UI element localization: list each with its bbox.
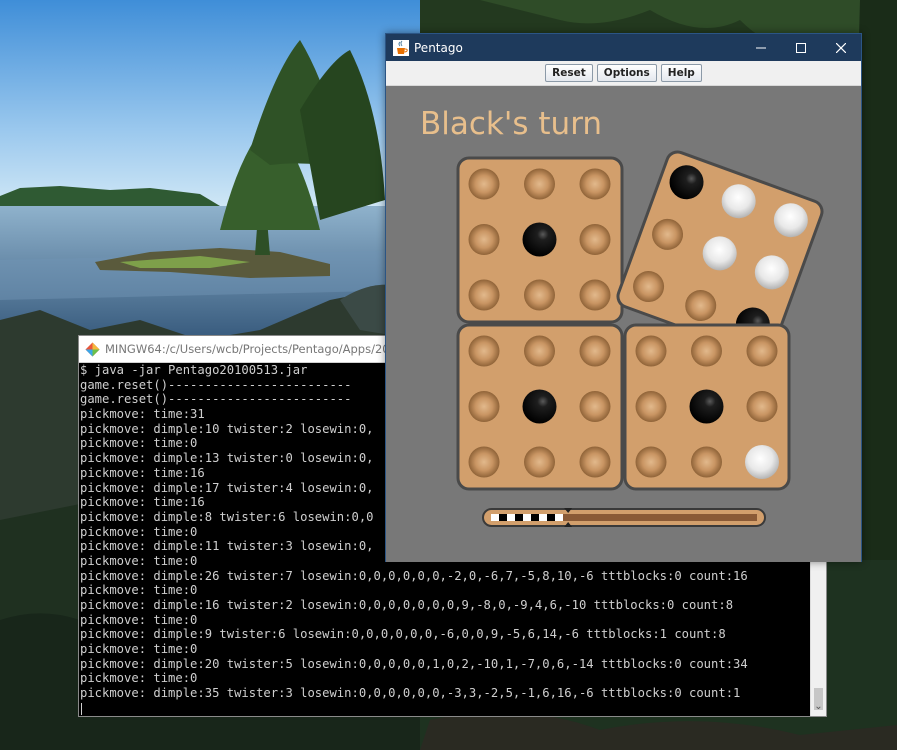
java-cup-icon: [393, 39, 409, 56]
minimize-button[interactable]: [741, 34, 781, 61]
terminal-line: pickmove: dimple:9 twister:6 losewin:0,0…: [80, 627, 726, 642]
empty-dimple[interactable]: [468, 168, 500, 200]
empty-dimple[interactable]: [579, 224, 611, 255]
terminal-line: pickmove: dimple:26 twister:7 losewin:0,…: [80, 568, 748, 583]
help-button[interactable]: Help: [660, 64, 702, 82]
terminal-prompt-line[interactable]: [80, 701, 810, 716]
terminal-line: pickmove: dimple:16 twister:2 losewin:0,…: [80, 598, 734, 612]
maximize-icon: [796, 42, 806, 53]
empty-dimple[interactable]: [468, 446, 500, 478]
empty-dimple[interactable]: [468, 391, 500, 422]
white-marble: [745, 445, 779, 479]
quadrant-bottom-right[interactable]: [623, 323, 791, 491]
move-progress-bar: [482, 508, 766, 527]
empty-dimple[interactable]: [468, 224, 500, 255]
game-area[interactable]: Black's turn: [386, 86, 861, 562]
quadrant-top-left[interactable]: [456, 156, 624, 324]
empty-dimple[interactable]: [635, 335, 667, 367]
progress-segment: [539, 514, 547, 521]
empty-dimple[interactable]: [468, 335, 500, 367]
minimize-icon: [756, 47, 766, 48]
empty-dimple[interactable]: [635, 446, 667, 478]
empty-dimple[interactable]: [579, 279, 611, 311]
pentago-title: Pentago: [414, 40, 463, 55]
black-marble: [522, 222, 557, 257]
scroll-down-icon[interactable]: ⌄: [811, 700, 826, 714]
maximize-button[interactable]: [781, 34, 821, 61]
empty-dimple[interactable]: [746, 391, 778, 422]
quadrant-bottom-left[interactable]: [456, 323, 624, 491]
reset-button[interactable]: Reset: [545, 64, 593, 82]
pentago-toolbar: Reset Options Help: [386, 61, 861, 86]
empty-dimple[interactable]: [524, 279, 555, 311]
empty-dimple[interactable]: [524, 168, 555, 200]
progress-segment: [531, 514, 539, 521]
pentago-titlebar[interactable]: Pentago: [386, 34, 861, 61]
text-cursor: [81, 702, 82, 715]
terminal-line: pickmove: time:0: [80, 642, 198, 657]
close-button[interactable]: [821, 34, 861, 61]
empty-dimple[interactable]: [524, 335, 555, 367]
empty-dimple[interactable]: [579, 446, 611, 478]
progress-segment: [491, 514, 499, 521]
pentago-board[interactable]: [386, 86, 861, 562]
black-marble: [522, 389, 557, 424]
terminal-line: pickmove: dimple:20 twister:5 losewin:0,…: [80, 656, 748, 671]
terminal-line: pickmove: time:0: [80, 583, 198, 598]
empty-dimple[interactable]: [468, 279, 500, 311]
git-diamond-icon: [85, 342, 100, 356]
terminal-line: pickmove: time:0: [80, 671, 198, 686]
options-button[interactable]: Options: [596, 64, 657, 82]
terminal-line: pickmove: time:0: [80, 612, 198, 627]
progress-segment: [523, 514, 531, 521]
empty-dimple[interactable]: [691, 335, 722, 367]
close-icon: [836, 42, 846, 53]
empty-dimple[interactable]: [746, 335, 778, 367]
terminal-line: pickmove: dimple:35 twister:3 losewin:0,…: [80, 686, 741, 701]
progress-segment: [499, 514, 507, 521]
empty-dimple[interactable]: [691, 446, 722, 478]
progress-segment: [547, 514, 555, 521]
empty-dimple[interactable]: [579, 335, 611, 367]
empty-dimple[interactable]: [579, 168, 611, 200]
empty-dimple[interactable]: [524, 446, 555, 478]
empty-dimple[interactable]: [579, 391, 611, 422]
progress-segment: [515, 514, 523, 521]
progress-segment: [507, 514, 515, 521]
empty-dimple[interactable]: [635, 391, 667, 422]
progress-segment: [555, 514, 563, 521]
black-marble: [689, 389, 724, 424]
pentago-window[interactable]: Pentago Reset Options Help Black's turn: [385, 33, 862, 562]
